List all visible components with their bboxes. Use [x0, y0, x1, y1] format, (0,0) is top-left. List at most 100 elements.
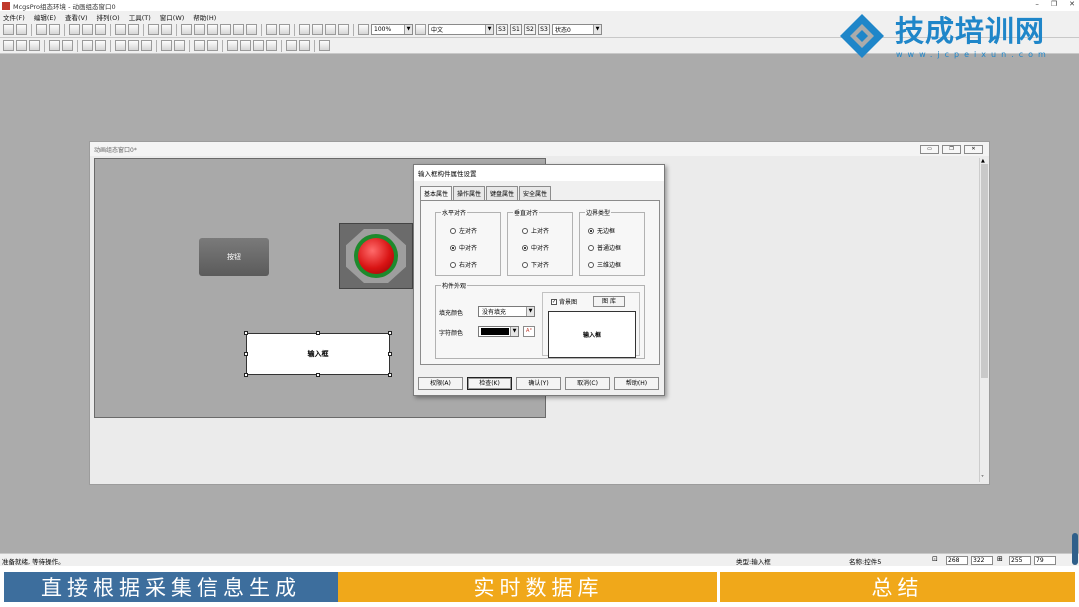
resize-handle[interactable] [388, 352, 392, 356]
cut-icon[interactable] [69, 24, 80, 35]
menu-help[interactable]: 帮助(H) [193, 12, 216, 22]
mdi-close-icon[interactable]: ✕ [964, 145, 983, 154]
banner-section-direct-generate[interactable]: 直接根据采集信息生成 [4, 572, 338, 602]
side-slider-handle[interactable] [1072, 533, 1078, 565]
check-button[interactable]: 检查(K) [467, 377, 512, 390]
tab-basic[interactable]: 基本属性 [420, 186, 453, 201]
help-icon[interactable] [358, 24, 369, 35]
download-icon[interactable] [312, 24, 323, 35]
radio-valign-middle[interactable]: 中对齐 [522, 243, 549, 252]
resize-handle[interactable] [316, 373, 320, 377]
resize-handle[interactable] [388, 373, 392, 377]
permission-button[interactable]: 权限(A) [418, 377, 463, 390]
menu-window[interactable]: 窗口(W) [160, 12, 185, 22]
print-preview-icon[interactable] [49, 24, 60, 35]
radio-border-3d[interactable]: 三维边框 [588, 260, 621, 269]
menu-view[interactable]: 查看(V) [65, 12, 88, 22]
lock-icon[interactable] [286, 40, 297, 51]
language-select[interactable]: 中文 ▼ [428, 24, 494, 35]
minimize-icon[interactable]: – [1035, 0, 1039, 8]
resize-handle[interactable] [244, 331, 248, 335]
confirm-button[interactable]: 确认(Y) [516, 377, 561, 390]
pen-icon[interactable] [299, 40, 310, 51]
screen-icon[interactable] [233, 24, 244, 35]
banner-section-summary[interactable]: 总结 [720, 572, 1075, 602]
table-icon[interactable] [246, 24, 257, 35]
fill-color-select[interactable]: 没有填充 ▼ [478, 306, 535, 317]
vertical-scrollbar[interactable]: ▲ ˅ [979, 158, 989, 482]
same-width-icon[interactable] [95, 40, 106, 51]
ungroup-icon[interactable] [266, 40, 277, 51]
undo-icon[interactable] [115, 24, 126, 35]
image-library-button[interactable]: 图 库 [593, 296, 625, 307]
align-left-icon[interactable] [3, 40, 14, 51]
radio-valign-top[interactable]: 上对齐 [522, 226, 549, 235]
radio-halign-center[interactable]: 中对齐 [450, 243, 477, 252]
check-icon[interactable] [325, 24, 336, 35]
state-button-s3b[interactable]: S3 [538, 24, 550, 35]
flip-icon[interactable] [207, 40, 218, 51]
same-height-icon[interactable] [115, 40, 126, 51]
restore-icon[interactable]: ❐ [1051, 0, 1057, 8]
space-h-icon[interactable] [141, 40, 152, 51]
close-icon[interactable]: ✕ [1069, 0, 1075, 8]
resize-handle[interactable] [316, 331, 320, 335]
compile-icon[interactable] [338, 24, 349, 35]
mdi-minimize-icon[interactable]: ▭ [920, 145, 939, 154]
user-icon[interactable] [220, 24, 231, 35]
background-image-checkbox[interactable]: ✓ 背景图 [551, 297, 577, 306]
resize-handle[interactable] [244, 373, 248, 377]
rotate-icon[interactable] [194, 40, 205, 51]
state-button-s2[interactable]: S2 [524, 24, 536, 35]
layer-back-icon[interactable] [240, 40, 251, 51]
window-icon[interactable] [161, 24, 172, 35]
group-icon[interactable] [253, 40, 264, 51]
strategy-icon[interactable] [207, 24, 218, 35]
center-window-icon[interactable] [174, 40, 185, 51]
menu-tools[interactable]: 工具(T) [129, 12, 151, 22]
help-button[interactable]: 帮助(H) [614, 377, 659, 390]
cancel-button[interactable]: 取消(C) [565, 377, 610, 390]
save-icon[interactable] [16, 24, 27, 35]
banner-section-realtime-db[interactable]: 实时数据库 [360, 572, 717, 602]
grid-dots-icon[interactable] [319, 40, 330, 51]
paste-icon[interactable] [95, 24, 106, 35]
grid-icon[interactable] [266, 24, 277, 35]
mdi-restore-icon[interactable]: ❐ [942, 145, 961, 154]
tab-security[interactable]: 安全属性 [519, 186, 552, 201]
db-icon[interactable] [181, 24, 192, 35]
indicator-lamp-widget[interactable] [339, 223, 413, 289]
space-v-icon[interactable] [161, 40, 172, 51]
align-bottom-icon[interactable] [49, 40, 60, 51]
menu-edit[interactable]: 编辑(E) [34, 12, 56, 22]
redo-icon[interactable] [128, 24, 139, 35]
copy-icon[interactable] [82, 24, 93, 35]
state-button-s1[interactable]: S1 [510, 24, 522, 35]
button-widget[interactable]: 按钮 [199, 238, 269, 276]
run-icon[interactable] [299, 24, 310, 35]
font-icon[interactable] [415, 24, 426, 35]
script-icon[interactable] [194, 24, 205, 35]
menu-file[interactable]: 文件(F) [3, 12, 25, 22]
radio-halign-right[interactable]: 右对齐 [450, 260, 477, 269]
tab-operation[interactable]: 操作属性 [453, 186, 486, 201]
text-color-select[interactable]: ▼ [478, 326, 519, 337]
input-box-widget[interactable]: 输入框 [246, 333, 390, 375]
radio-border-normal[interactable]: 普通边框 [588, 243, 621, 252]
menu-arrange[interactable]: 排列(O) [97, 12, 120, 22]
radio-border-none[interactable]: 无边框 [588, 226, 615, 235]
radio-halign-left[interactable]: 左对齐 [450, 226, 477, 235]
zoom-select[interactable]: 100% ▼ [371, 24, 413, 35]
tools-icon[interactable] [148, 24, 159, 35]
scroll-thumb[interactable] [981, 164, 988, 378]
state-button-s3[interactable]: S3 [496, 24, 508, 35]
font-color-icon[interactable]: A° [523, 326, 535, 337]
resize-handle[interactable] [388, 331, 392, 335]
radio-valign-bottom[interactable]: 下对齐 [522, 260, 549, 269]
chart-icon[interactable] [279, 24, 290, 35]
scroll-down-icon[interactable]: ˅ [981, 475, 984, 482]
print-icon[interactable] [36, 24, 47, 35]
state-select[interactable]: 状态0 ▼ [552, 24, 602, 35]
align-right-icon[interactable] [16, 40, 27, 51]
align-center-h-icon[interactable] [62, 40, 73, 51]
